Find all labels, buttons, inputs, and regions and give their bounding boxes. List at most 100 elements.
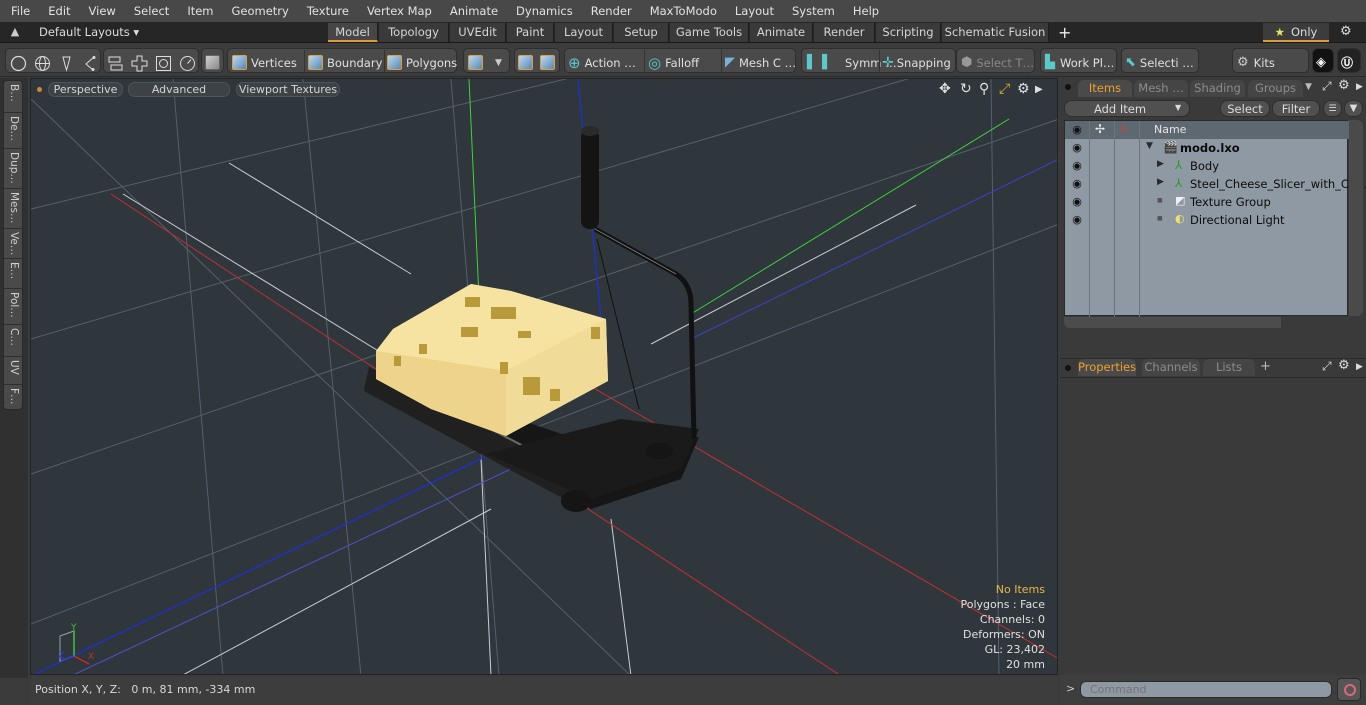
menu-layout[interactable]: Layout bbox=[726, 0, 783, 22]
edge-mode-icon[interactable] bbox=[518, 50, 537, 75]
tab-schematic-fusion[interactable]: Schematic Fusion bbox=[942, 23, 1049, 42]
tree-row-directional-light[interactable]: ◉ ■ ◐ Directional Light bbox=[1065, 211, 1349, 229]
vertices-button[interactable]: Vertices bbox=[232, 50, 297, 75]
item-mode-cube-icon[interactable] bbox=[205, 50, 224, 75]
panel-options-dot[interactable] bbox=[1065, 365, 1071, 371]
unity-button[interactable]: ◈ bbox=[1312, 48, 1334, 73]
selection-sets-button[interactable]: ⬉ Selecti … bbox=[1125, 50, 1194, 75]
item-select-dropdown[interactable]: ▼ bbox=[463, 48, 510, 73]
falloff-button[interactable]: ◎ Falloff bbox=[648, 50, 699, 75]
tab-game-tools[interactable]: Game Tools bbox=[670, 23, 749, 42]
menu-item[interactable]: Item bbox=[178, 0, 222, 22]
tab-items[interactable]: Items bbox=[1078, 80, 1132, 97]
collapse-up-icon[interactable]: ▲ bbox=[8, 25, 22, 39]
pen-tool-icon[interactable] bbox=[58, 51, 75, 76]
panel-gear-icon[interactable]: ⚙ bbox=[1338, 78, 1350, 93]
vtab-uv[interactable]: UV bbox=[4, 357, 24, 385]
menu-dynamics[interactable]: Dynamics bbox=[507, 0, 582, 22]
tab-groups[interactable]: Groups bbox=[1248, 80, 1303, 97]
vtab-edge[interactable]: E… bbox=[4, 259, 24, 289]
rotate-icon[interactable]: ↻ bbox=[960, 81, 972, 97]
panel-menu-arrow-icon[interactable]: ▶ bbox=[1356, 362, 1363, 372]
vtab-mesh-edit[interactable]: Mes… bbox=[4, 189, 24, 229]
tab-topology[interactable]: Topology bbox=[379, 23, 449, 42]
maximize-icon[interactable]: ⤢ bbox=[999, 81, 1010, 97]
polygons-button[interactable]: Polygons bbox=[387, 50, 457, 75]
tab-lists[interactable]: Lists bbox=[1203, 359, 1255, 376]
menu-texture[interactable]: Texture bbox=[298, 0, 358, 22]
kits-button[interactable]: ⚙ Kits bbox=[1237, 50, 1275, 75]
cheese-slicer-model[interactable] bbox=[364, 126, 699, 512]
tab-scripting[interactable]: Scripting bbox=[876, 23, 941, 42]
tree-row-modo-lxo[interactable]: ◉ ▼ 🎬 modo.lxo bbox=[1065, 139, 1349, 157]
filter-button[interactable]: Filter bbox=[1272, 100, 1320, 117]
tree-row-steel-cheese-slicer[interactable]: ◉ ▶ ⅄ Steel_Cheese_Slicer_with_Ch… bbox=[1065, 175, 1366, 193]
expand-panel-icon[interactable]: ⤢ bbox=[1322, 79, 1332, 94]
action-center-button[interactable]: ⊕ Action … bbox=[568, 50, 636, 75]
tab-animate[interactable]: Animate bbox=[750, 23, 813, 42]
tab-channels[interactable]: Channels bbox=[1142, 359, 1200, 376]
menu-geometry[interactable]: Geometry bbox=[223, 0, 298, 22]
menu-select[interactable]: Select bbox=[125, 0, 178, 22]
tab-shading[interactable]: Shading bbox=[1190, 80, 1245, 97]
mesh-constraint-button[interactable]: ◤ Mesh C … bbox=[725, 50, 796, 75]
menu-view[interactable]: View bbox=[80, 0, 125, 22]
viewport-gear-icon[interactable]: ⚙ bbox=[1017, 81, 1030, 97]
add-tab-button[interactable]: + bbox=[1058, 22, 1071, 43]
viewport-options-dot[interactable] bbox=[37, 87, 42, 92]
tab-model[interactable]: Model bbox=[328, 23, 378, 42]
visibility-eye-icon[interactable]: ◉ bbox=[1070, 177, 1084, 191]
tab-mesh[interactable]: Mesh … bbox=[1134, 80, 1188, 97]
view-mode-button[interactable]: Perspective bbox=[48, 82, 123, 97]
clock-tool-icon[interactable] bbox=[179, 51, 196, 76]
inset-tool-icon[interactable] bbox=[155, 51, 172, 76]
collapse-arrow-icon[interactable]: ▼ bbox=[1146, 141, 1153, 151]
visibility-eye-icon[interactable]: ◉ bbox=[1070, 213, 1084, 227]
zoom-magnifier-icon[interactable]: ⚲ bbox=[979, 81, 989, 97]
add-panel-tab-button[interactable]: + bbox=[1260, 359, 1271, 374]
add-item-button[interactable]: Add Item bbox=[1064, 100, 1190, 117]
snapping-button[interactable]: ✛ Snapping bbox=[882, 50, 951, 75]
bridge-tool-icon[interactable] bbox=[107, 51, 124, 76]
vtab-vertex[interactable]: Ve… bbox=[4, 229, 24, 259]
list-options-icon[interactable]: ☰ bbox=[1323, 100, 1342, 117]
expand-arrow-icon[interactable]: ▶ bbox=[1157, 159, 1164, 169]
viewport-textures-button[interactable]: Viewport Textures bbox=[236, 82, 340, 97]
globe-tool-icon[interactable] bbox=[34, 51, 51, 76]
expand-arrow-icon[interactable]: ▶ bbox=[1157, 177, 1164, 187]
layout-selector[interactable]: Default Layouts ▾ bbox=[39, 22, 139, 43]
chevron-down-icon[interactable]: ▼ bbox=[495, 50, 502, 75]
viewport-menu-arrow-icon[interactable]: ▶ bbox=[1035, 84, 1043, 95]
tab-render[interactable]: Render bbox=[814, 23, 875, 42]
visibility-eye-icon[interactable]: ◉ bbox=[1070, 141, 1084, 155]
tab-properties[interactable]: Properties bbox=[1078, 359, 1136, 376]
unreal-button[interactable]: Ⓤ bbox=[1337, 48, 1361, 73]
tabs-dropdown-icon[interactable]: ▼ bbox=[1305, 82, 1312, 92]
tab-layout[interactable]: Layout bbox=[555, 23, 613, 42]
3d-viewport[interactable]: Y X Z Perspective Advanced Viewport Text… bbox=[30, 78, 1058, 675]
vtab-curve[interactable]: C… bbox=[4, 325, 24, 357]
boundary-button[interactable]: Boundary bbox=[308, 50, 382, 75]
tab-uvedit[interactable]: UVEdit bbox=[450, 23, 506, 42]
panel-menu-arrow-icon[interactable]: ▶ bbox=[1356, 82, 1363, 92]
gear-icon[interactable]: ⚙ bbox=[1340, 24, 1352, 39]
funnel-filter-icon[interactable]: ▼ bbox=[1344, 100, 1363, 117]
menu-system[interactable]: System bbox=[783, 0, 844, 22]
vtab-fusion[interactable]: F… bbox=[4, 385, 24, 411]
work-plane-button[interactable]: ▙ Work Pl… bbox=[1045, 50, 1114, 75]
panel-gear-icon[interactable]: ⚙ bbox=[1338, 358, 1350, 373]
vtab-basic[interactable]: B… bbox=[4, 81, 24, 113]
add-item-dropdown-icon[interactable]: ▼ bbox=[1175, 103, 1181, 112]
panel-options-dot[interactable] bbox=[1065, 84, 1071, 90]
tree-row-texture-group[interactable]: ◉ ■ ◩ Texture Group bbox=[1065, 193, 1349, 211]
menu-animate[interactable]: Animate bbox=[441, 0, 507, 22]
command-input[interactable] bbox=[1080, 681, 1332, 698]
tree-row-body[interactable]: ◉ ▶ ⅄ Body bbox=[1065, 157, 1349, 175]
menu-render[interactable]: Render bbox=[582, 0, 641, 22]
vtab-polygon[interactable]: Pol… bbox=[4, 289, 24, 325]
visibility-eye-icon[interactable]: ◉ bbox=[1070, 195, 1084, 209]
menu-file[interactable]: File bbox=[0, 0, 39, 22]
material-mode-icon[interactable] bbox=[540, 50, 559, 75]
tree-horizontal-scrollbar[interactable] bbox=[1064, 317, 1281, 328]
select-button[interactable]: Select bbox=[1220, 100, 1270, 117]
